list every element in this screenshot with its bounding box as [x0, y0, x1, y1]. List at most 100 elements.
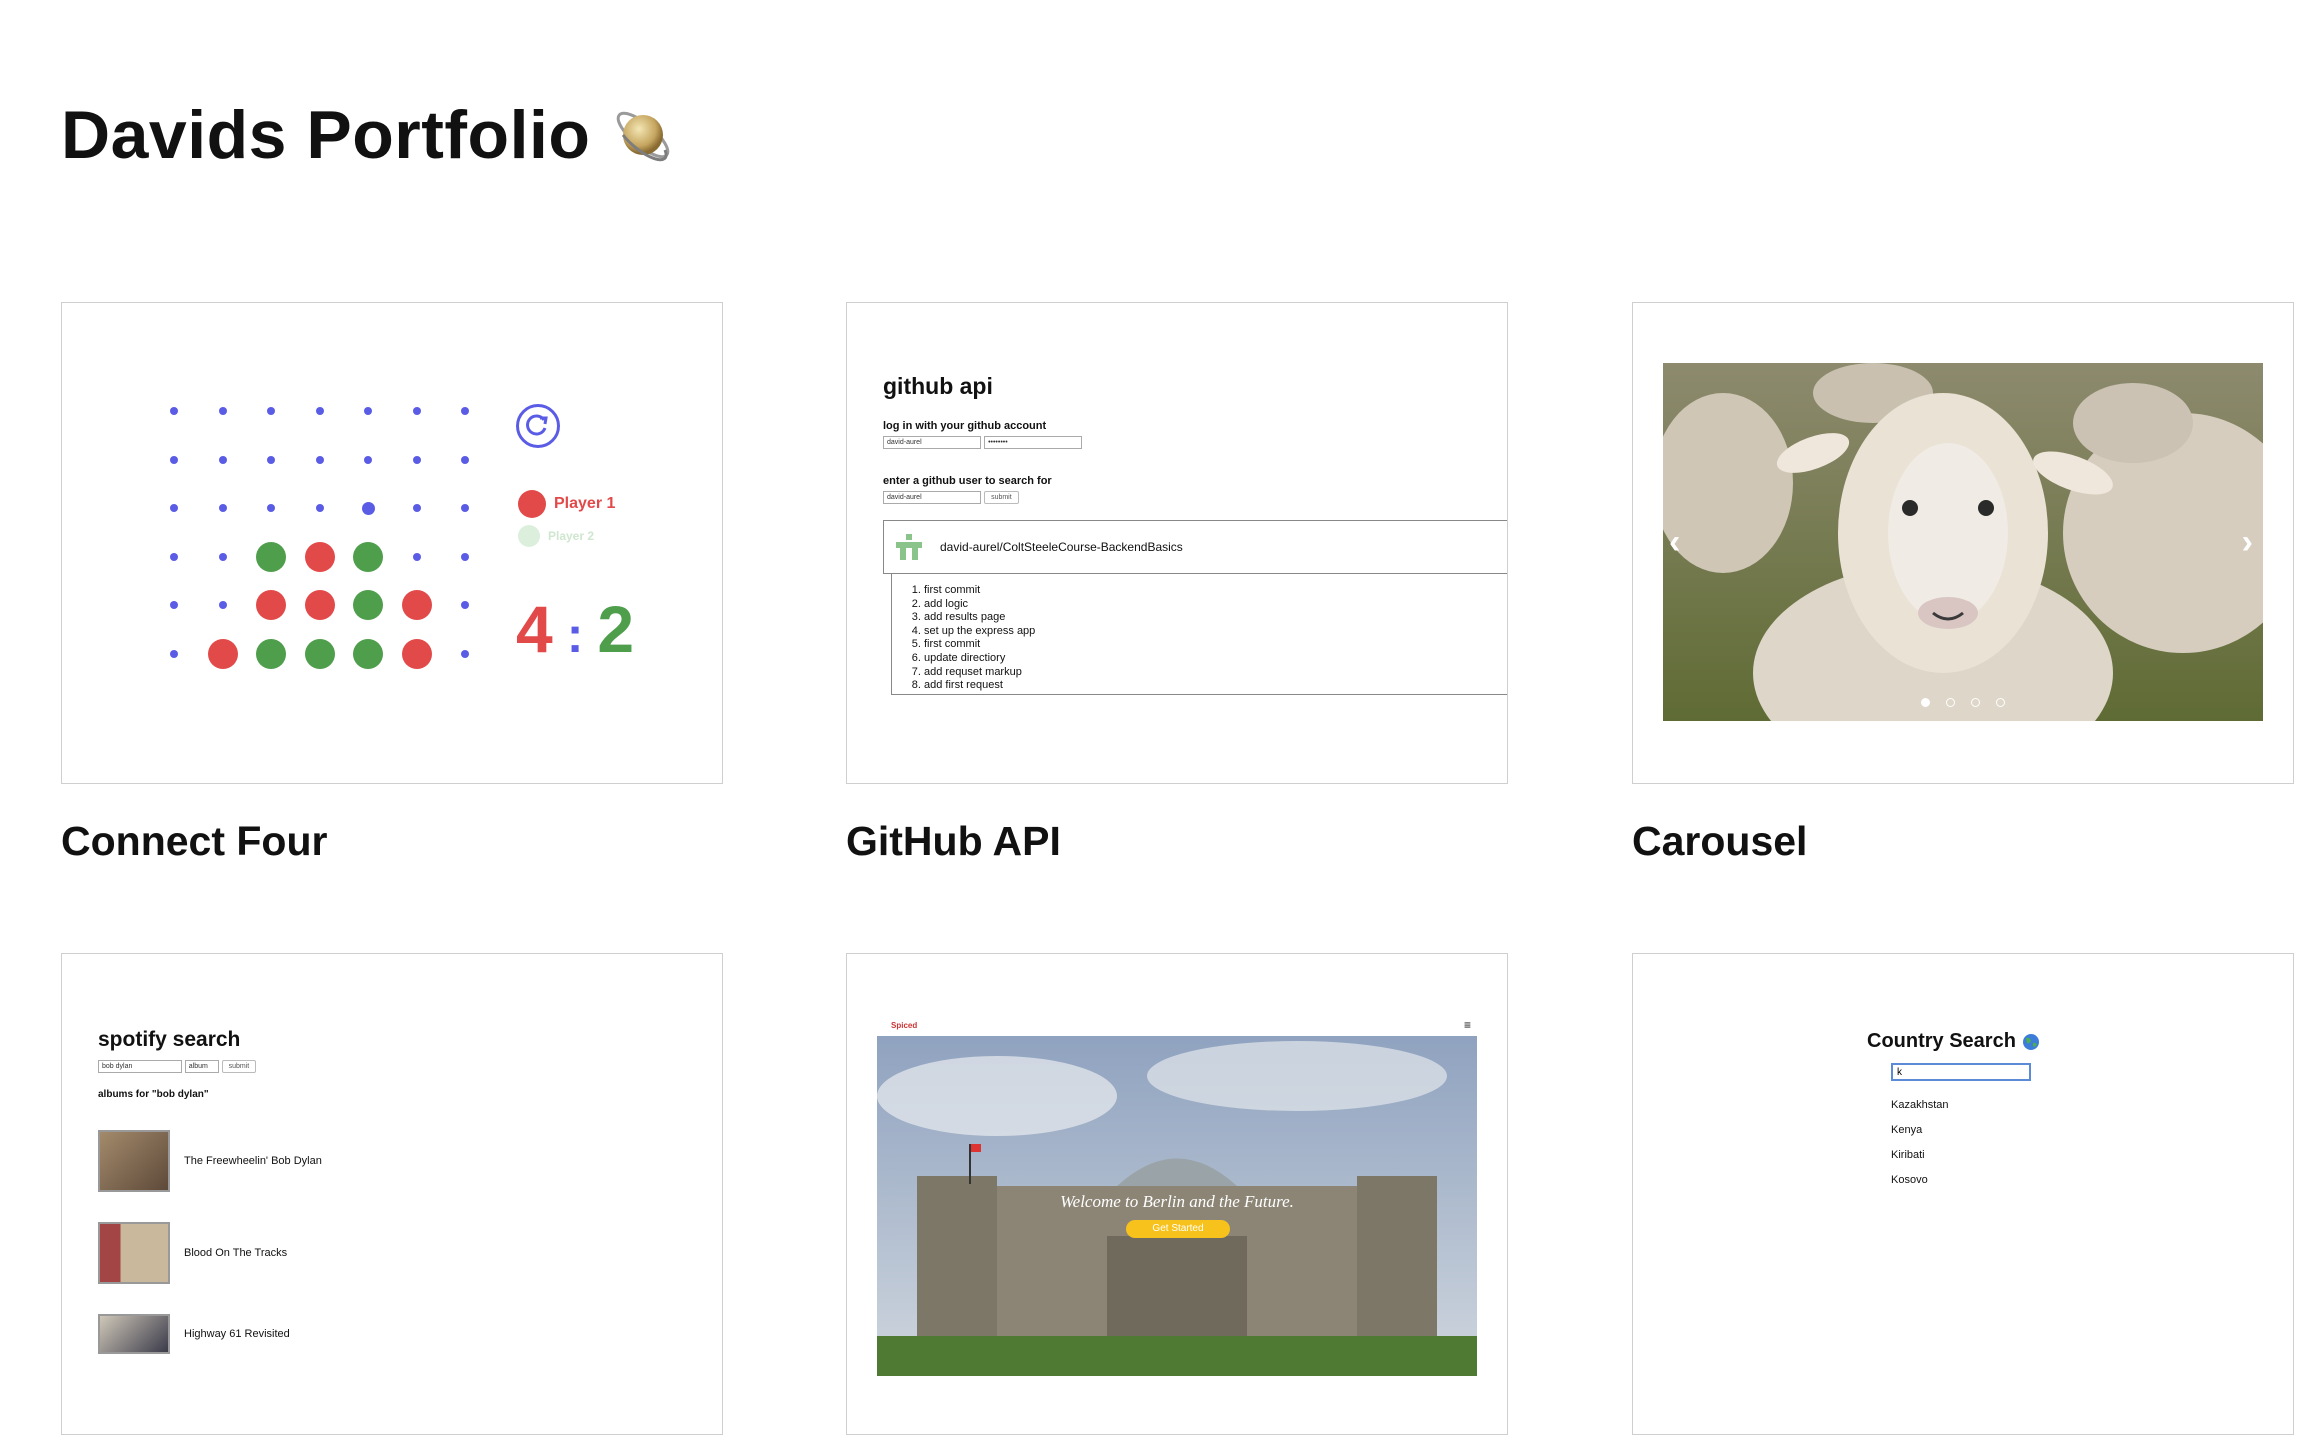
repo-avatar-icon: [892, 532, 926, 562]
page-title-text: Davids Portfolio: [61, 97, 591, 173]
carousel-dot[interactable]: [1996, 698, 2005, 707]
project-card-country-search[interactable]: Country Search Kazakhstan Kenya Kiribati…: [1632, 953, 2294, 1435]
board-piece-red[interactable]: [401, 590, 432, 620]
board-slot-empty[interactable]: [267, 455, 275, 464]
board-slot-empty[interactable]: [170, 455, 178, 464]
board-slot-empty[interactable]: [218, 504, 227, 512]
project-card-connect-four[interactable]: Player 1 Player 2 4 : 2 Connect Four: [61, 302, 723, 865]
board-slot-empty[interactable]: [412, 552, 421, 561]
repo-row[interactable]: david-aurel/ColtSteeleCourse-BackendBasi…: [883, 520, 1507, 574]
album-item[interactable]: Blood On The Tracks: [98, 1222, 322, 1284]
board-piece-red[interactable]: [401, 638, 432, 669]
submit-button[interactable]: submit: [984, 491, 1019, 504]
carousel-dot[interactable]: [1921, 698, 1930, 707]
board-piece-green[interactable]: [353, 541, 383, 572]
github-app: github api log in with your github accou…: [883, 373, 1507, 695]
country-search-input[interactable]: [1891, 1063, 2031, 1081]
board-slot-empty[interactable]: [461, 552, 469, 561]
album-item[interactable]: The Freewheelin' Bob Dylan: [98, 1130, 322, 1192]
type-select[interactable]: album: [184, 1060, 219, 1073]
board-slot-hover[interactable]: [361, 501, 375, 515]
board-slot-empty[interactable]: [315, 504, 324, 512]
album-cover: [98, 1130, 170, 1192]
login-label: log in with your github account: [883, 420, 1047, 432]
menu-icon[interactable]: ≡: [1464, 1018, 1471, 1032]
board-slot-empty[interactable]: [461, 455, 469, 464]
project-title[interactable]: GitHub API: [846, 818, 1508, 865]
board-slot-empty[interactable]: [170, 552, 178, 561]
board-piece-green[interactable]: [256, 638, 286, 669]
password-input[interactable]: ••••••••: [984, 436, 1083, 449]
carousel-dot[interactable]: [1946, 698, 1955, 707]
berlin-navbar: Spiced ≡: [891, 1018, 1471, 1032]
spotify-search-preview[interactable]: spotify search bob dylan album submit al…: [61, 953, 723, 1435]
board-slot-empty[interactable]: [315, 407, 324, 415]
board-slot-empty[interactable]: [461, 504, 469, 512]
country-result[interactable]: Kazakhstan: [1891, 1093, 2040, 1118]
board-piece-green[interactable]: [304, 638, 335, 669]
brand-logo[interactable]: Spiced: [891, 1021, 917, 1030]
submit-button[interactable]: submit: [221, 1060, 257, 1073]
board-slot-empty[interactable]: [461, 649, 469, 658]
username-input[interactable]: david-aurel: [883, 436, 981, 449]
carousel-dot[interactable]: [1971, 698, 1980, 707]
board-slot-empty[interactable]: [315, 455, 324, 464]
project-card-github-api[interactable]: github api log in with your github accou…: [846, 302, 1508, 865]
board-piece-red[interactable]: [256, 590, 286, 620]
project-card-spotify-search[interactable]: spotify search bob dylan album submit al…: [61, 953, 723, 1435]
country-result[interactable]: Kosovo: [1891, 1168, 2040, 1193]
connect-four-preview[interactable]: Player 1 Player 2 4 : 2: [61, 302, 723, 784]
board-slot-empty[interactable]: [412, 455, 421, 464]
board-slot-empty[interactable]: [267, 504, 275, 512]
country-search-preview[interactable]: Country Search Kazakhstan Kenya Kiribati…: [1632, 953, 2294, 1435]
project-title[interactable]: Connect Four: [61, 818, 723, 865]
carousel-prev-button[interactable]: ‹: [1669, 523, 1680, 562]
board-slot-empty[interactable]: [267, 407, 275, 415]
spotify-heading: spotify search: [98, 1028, 241, 1051]
board-slot-empty[interactable]: [170, 601, 178, 609]
refresh-icon: [516, 404, 560, 448]
board-slot-empty[interactable]: [170, 407, 178, 415]
country-result[interactable]: Kenya: [1891, 1118, 2040, 1143]
score-player-1: 4: [516, 592, 553, 666]
project-card-carousel[interactable]: ‹ › Carousel: [1632, 302, 2294, 865]
album-item[interactable]: Highway 61 Revisited: [98, 1314, 322, 1354]
board-slot-empty[interactable]: [412, 407, 421, 415]
carousel-preview[interactable]: ‹ ›: [1632, 302, 2294, 784]
berlin-landing-preview[interactable]: Spiced ≡ Welcome to Berlin and the Futur…: [846, 953, 1508, 1435]
spotify-app: spotify search bob dylan album submit al…: [98, 1028, 322, 1354]
player-2-label: Player 2: [548, 529, 595, 543]
score-display: 4 : 2: [516, 591, 634, 667]
country-search-app: Country Search Kazakhstan Kenya Kiribati…: [1867, 1030, 2040, 1193]
board-slot-empty[interactable]: [364, 407, 372, 415]
commit-item: add logic: [924, 598, 1507, 612]
board-piece-red[interactable]: [304, 590, 335, 620]
project-card-spiced-berlin[interactable]: Spiced ≡ Welcome to Berlin and the Futur…: [846, 953, 1508, 1435]
board-slot-empty[interactable]: [218, 455, 227, 464]
page-title: Davids Portfolio: [61, 96, 676, 174]
board-piece-red[interactable]: [304, 541, 335, 572]
board-piece-green[interactable]: [256, 541, 286, 572]
board-slot-empty[interactable]: [461, 407, 469, 415]
project-title[interactable]: Carousel: [1632, 818, 2294, 865]
board-slot-empty[interactable]: [412, 504, 421, 512]
board-slot-empty[interactable]: [218, 552, 227, 561]
board-slot-empty[interactable]: [170, 504, 178, 512]
carousel-next-button[interactable]: ›: [2242, 523, 2253, 562]
board-piece-green[interactable]: [353, 590, 383, 620]
user-search-input[interactable]: david-aurel: [883, 491, 981, 504]
board-slot-empty[interactable]: [364, 455, 372, 464]
board-slot-empty[interactable]: [218, 601, 227, 609]
planet-icon: [617, 111, 670, 162]
artist-search-input[interactable]: bob dylan: [98, 1060, 182, 1073]
country-result[interactable]: Kiribati: [1891, 1143, 2040, 1168]
commit-item: update directiory: [924, 652, 1507, 666]
board-slot-empty[interactable]: [218, 407, 227, 415]
commit-item: set up the express app: [924, 625, 1507, 639]
board-slot-empty[interactable]: [461, 601, 469, 609]
board-piece-red[interactable]: [207, 638, 238, 669]
github-api-preview[interactable]: github api log in with your github accou…: [846, 302, 1508, 784]
get-started-button[interactable]: Get Started: [1126, 1220, 1230, 1238]
board-piece-green[interactable]: [353, 638, 383, 669]
board-slot-empty[interactable]: [170, 649, 178, 658]
